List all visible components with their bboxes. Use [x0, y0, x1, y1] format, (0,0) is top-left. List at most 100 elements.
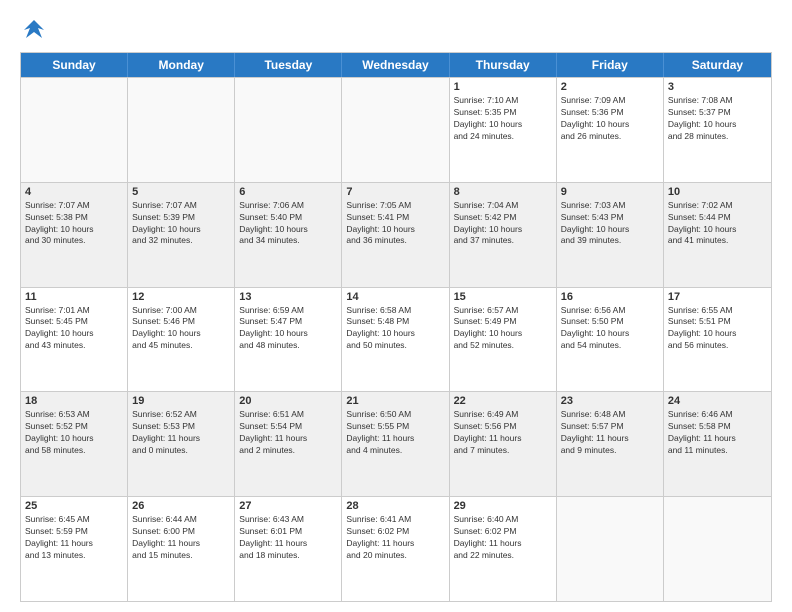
cell-info: Sunrise: 6:40 AM Sunset: 6:02 PM Dayligh… [454, 514, 552, 562]
weekday-header: Tuesday [235, 53, 342, 77]
day-number: 23 [561, 395, 659, 407]
cell-info: Sunrise: 7:10 AM Sunset: 5:35 PM Dayligh… [454, 95, 552, 143]
calendar-cell: 7 Sunrise: 7:05 AM Sunset: 5:41 PM Daylig… [342, 183, 449, 287]
cell-info: Sunrise: 7:07 AM Sunset: 5:38 PM Dayligh… [25, 200, 123, 248]
cell-info: Sunrise: 7:00 AM Sunset: 5:46 PM Dayligh… [132, 305, 230, 353]
calendar-cell: 10 Sunrise: 7:02 AM Sunset: 5:44 PM Dayli… [664, 183, 771, 287]
day-number: 4 [25, 186, 123, 198]
calendar-cell: 26 Sunrise: 6:44 AM Sunset: 6:00 PM Dayli… [128, 497, 235, 601]
day-number: 3 [668, 81, 767, 93]
cell-info: Sunrise: 6:45 AM Sunset: 5:59 PM Dayligh… [25, 514, 123, 562]
day-number: 17 [668, 291, 767, 303]
logo [20, 16, 52, 44]
cell-info: Sunrise: 7:07 AM Sunset: 5:39 PM Dayligh… [132, 200, 230, 248]
calendar-cell: 8 Sunrise: 7:04 AM Sunset: 5:42 PM Daylig… [450, 183, 557, 287]
header [20, 16, 772, 44]
weekday-header: Thursday [450, 53, 557, 77]
cell-info: Sunrise: 6:52 AM Sunset: 5:53 PM Dayligh… [132, 409, 230, 457]
day-number: 10 [668, 186, 767, 198]
calendar-cell: 4 Sunrise: 7:07 AM Sunset: 5:38 PM Daylig… [21, 183, 128, 287]
day-number: 5 [132, 186, 230, 198]
cell-info: Sunrise: 6:55 AM Sunset: 5:51 PM Dayligh… [668, 305, 767, 353]
calendar-cell [342, 78, 449, 182]
calendar-cell: 29 Sunrise: 6:40 AM Sunset: 6:02 PM Dayli… [450, 497, 557, 601]
calendar-row: 25 Sunrise: 6:45 AM Sunset: 5:59 PM Dayli… [21, 496, 771, 601]
cell-info: Sunrise: 7:02 AM Sunset: 5:44 PM Dayligh… [668, 200, 767, 248]
calendar-cell [235, 78, 342, 182]
calendar-cell: 21Sunrise: 6:50 AM Sunset: 5:55 PM Dayli… [342, 392, 449, 496]
cell-info: Sunrise: 6:59 AM Sunset: 5:47 PM Dayligh… [239, 305, 337, 353]
calendar-header: SundayMondayTuesdayWednesdayThursdayFrid… [21, 53, 771, 77]
cell-info: Sunrise: 6:58 AM Sunset: 5:48 PM Dayligh… [346, 305, 444, 353]
day-number: 24 [668, 395, 767, 407]
cell-info: Sunrise: 7:04 AM Sunset: 5:42 PM Dayligh… [454, 200, 552, 248]
cell-info: Sunrise: 7:05 AM Sunset: 5:41 PM Dayligh… [346, 200, 444, 248]
calendar-row: 18Sunrise: 6:53 AM Sunset: 5:52 PM Dayli… [21, 391, 771, 496]
day-number: 20 [239, 395, 337, 407]
calendar-cell: 14 Sunrise: 6:58 AM Sunset: 5:48 PM Dayli… [342, 288, 449, 392]
calendar: SundayMondayTuesdayWednesdayThursdayFrid… [20, 52, 772, 602]
day-number: 13 [239, 291, 337, 303]
cell-info: Sunrise: 6:49 AM Sunset: 5:56 PM Dayligh… [454, 409, 552, 457]
calendar-cell: 5 Sunrise: 7:07 AM Sunset: 5:39 PM Daylig… [128, 183, 235, 287]
calendar-cell: 15Sunrise: 6:57 AM Sunset: 5:49 PM Dayli… [450, 288, 557, 392]
day-number: 25 [25, 500, 123, 512]
weekday-header: Saturday [664, 53, 771, 77]
calendar-cell: 13 Sunrise: 6:59 AM Sunset: 5:47 PM Dayli… [235, 288, 342, 392]
day-number: 8 [454, 186, 552, 198]
cell-info: Sunrise: 6:46 AM Sunset: 5:58 PM Dayligh… [668, 409, 767, 457]
calendar-row: 11Sunrise: 7:01 AM Sunset: 5:45 PM Dayli… [21, 287, 771, 392]
calendar-row: 4 Sunrise: 7:07 AM Sunset: 5:38 PM Daylig… [21, 182, 771, 287]
calendar-cell: 20 Sunrise: 6:51 AM Sunset: 5:54 PM Dayli… [235, 392, 342, 496]
calendar-cell [557, 497, 664, 601]
day-number: 1 [454, 81, 552, 93]
cell-info: Sunrise: 6:51 AM Sunset: 5:54 PM Dayligh… [239, 409, 337, 457]
calendar-cell [664, 497, 771, 601]
day-number: 9 [561, 186, 659, 198]
logo-icon [20, 16, 48, 44]
weekday-header: Monday [128, 53, 235, 77]
calendar-cell: 28Sunrise: 6:41 AM Sunset: 6:02 PM Dayli… [342, 497, 449, 601]
calendar-cell: 1 Sunrise: 7:10 AM Sunset: 5:35 PM Daylig… [450, 78, 557, 182]
weekday-header: Friday [557, 53, 664, 77]
weekday-header: Sunday [21, 53, 128, 77]
cell-info: Sunrise: 6:50 AM Sunset: 5:55 PM Dayligh… [346, 409, 444, 457]
calendar-cell: 27Sunrise: 6:43 AM Sunset: 6:01 PM Dayli… [235, 497, 342, 601]
calendar-cell: 16 Sunrise: 6:56 AM Sunset: 5:50 PM Dayli… [557, 288, 664, 392]
calendar-cell [128, 78, 235, 182]
cell-info: Sunrise: 7:01 AM Sunset: 5:45 PM Dayligh… [25, 305, 123, 353]
day-number: 22 [454, 395, 552, 407]
calendar-cell: 12 Sunrise: 7:00 AM Sunset: 5:46 PM Dayli… [128, 288, 235, 392]
cell-info: Sunrise: 7:09 AM Sunset: 5:36 PM Dayligh… [561, 95, 659, 143]
cell-info: Sunrise: 6:56 AM Sunset: 5:50 PM Dayligh… [561, 305, 659, 353]
calendar-cell: 3 Sunrise: 7:08 AM Sunset: 5:37 PM Daylig… [664, 78, 771, 182]
calendar-cell: 24 Sunrise: 6:46 AM Sunset: 5:58 PM Dayli… [664, 392, 771, 496]
calendar-cell: 18Sunrise: 6:53 AM Sunset: 5:52 PM Dayli… [21, 392, 128, 496]
day-number: 12 [132, 291, 230, 303]
calendar-cell: 22 Sunrise: 6:49 AM Sunset: 5:56 PM Dayli… [450, 392, 557, 496]
day-number: 16 [561, 291, 659, 303]
calendar-cell: 17 Sunrise: 6:55 AM Sunset: 5:51 PM Dayli… [664, 288, 771, 392]
cell-info: Sunrise: 6:44 AM Sunset: 6:00 PM Dayligh… [132, 514, 230, 562]
cell-info: Sunrise: 6:53 AM Sunset: 5:52 PM Dayligh… [25, 409, 123, 457]
calendar-cell: 19Sunrise: 6:52 AM Sunset: 5:53 PM Dayli… [128, 392, 235, 496]
calendar-cell: 6Sunrise: 7:06 AM Sunset: 5:40 PM Daylig… [235, 183, 342, 287]
calendar-cell: 9 Sunrise: 7:03 AM Sunset: 5:43 PM Daylig… [557, 183, 664, 287]
cell-info: Sunrise: 7:03 AM Sunset: 5:43 PM Dayligh… [561, 200, 659, 248]
calendar-cell: 2Sunrise: 7:09 AM Sunset: 5:36 PM Daylig… [557, 78, 664, 182]
cell-info: Sunrise: 6:41 AM Sunset: 6:02 PM Dayligh… [346, 514, 444, 562]
day-number: 7 [346, 186, 444, 198]
cell-info: Sunrise: 6:43 AM Sunset: 6:01 PM Dayligh… [239, 514, 337, 562]
cell-info: Sunrise: 7:06 AM Sunset: 5:40 PM Dayligh… [239, 200, 337, 248]
calendar-body: 1 Sunrise: 7:10 AM Sunset: 5:35 PM Daylig… [21, 77, 771, 601]
day-number: 29 [454, 500, 552, 512]
calendar-cell [21, 78, 128, 182]
calendar-row: 1 Sunrise: 7:10 AM Sunset: 5:35 PM Daylig… [21, 77, 771, 182]
cell-info: Sunrise: 6:48 AM Sunset: 5:57 PM Dayligh… [561, 409, 659, 457]
day-number: 14 [346, 291, 444, 303]
cell-info: Sunrise: 7:08 AM Sunset: 5:37 PM Dayligh… [668, 95, 767, 143]
cell-info: Sunrise: 6:57 AM Sunset: 5:49 PM Dayligh… [454, 305, 552, 353]
day-number: 26 [132, 500, 230, 512]
calendar-page: SundayMondayTuesdayWednesdayThursdayFrid… [0, 0, 792, 612]
weekday-header: Wednesday [342, 53, 449, 77]
